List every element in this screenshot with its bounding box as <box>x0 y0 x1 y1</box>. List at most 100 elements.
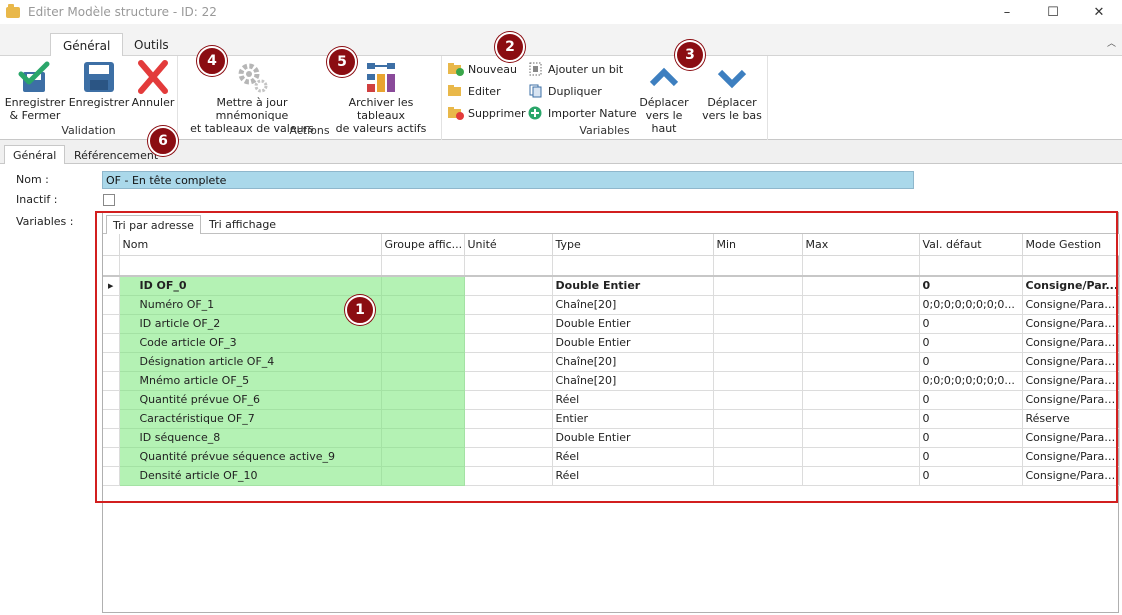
row-selector[interactable] <box>103 295 120 315</box>
move-down-button[interactable]: Déplacer vers le bas <box>700 60 764 122</box>
cell-min[interactable] <box>713 333 803 353</box>
name-field[interactable] <box>102 171 914 189</box>
tab-general[interactable]: Général <box>50 33 124 57</box>
cell-min[interactable] <box>713 447 803 467</box>
cell-unite[interactable] <box>464 352 553 372</box>
col-header-type[interactable]: Type <box>552 234 714 256</box>
cell-nom[interactable]: Quantité prévue séquence active_9 <box>119 447 382 467</box>
cell-unite[interactable] <box>464 428 553 448</box>
filter-cell-type[interactable] <box>552 255 714 277</box>
cell-type[interactable]: Double Entier <box>552 333 714 353</box>
cell-val-defaut[interactable]: 0 <box>919 276 1023 296</box>
cell-groupe[interactable] <box>381 447 465 467</box>
filter-cell-nom[interactable] <box>119 255 382 277</box>
cell-groupe[interactable] <box>381 352 465 372</box>
table-row[interactable]: Code article OF_3 Double Entier 0 Consigne/… <box>103 333 1120 353</box>
cell-nom[interactable]: Caractéristique OF_7 <box>119 409 382 429</box>
add-bit-button[interactable]: Ajouter un bit <box>528 60 623 78</box>
cell-max[interactable] <box>802 295 920 315</box>
save-button[interactable]: Enregistrer <box>69 60 129 109</box>
cell-mode-gestion[interactable]: Consigne/Param... <box>1022 314 1120 334</box>
filter-cell-min[interactable] <box>713 255 803 277</box>
edit-button[interactable]: Editer <box>448 82 501 100</box>
col-header-groupe[interactable]: Groupe affic... <box>381 234 465 256</box>
cell-nom[interactable]: Densité article OF_10 <box>119 466 382 486</box>
cell-val-defaut[interactable]: 0 <box>919 352 1023 372</box>
cell-max[interactable] <box>802 447 920 467</box>
cell-nom[interactable]: ID séquence_8 <box>119 428 382 448</box>
cell-val-defaut[interactable]: 0 <box>919 447 1023 467</box>
duplicate-button[interactable]: Dupliquer <box>528 82 602 100</box>
col-header-max[interactable]: Max <box>802 234 920 256</box>
save-close-button[interactable]: Enregistrer & Fermer <box>4 60 66 122</box>
cell-nom[interactable]: Mnémo article OF_5 <box>119 371 382 391</box>
cell-groupe[interactable] <box>381 371 465 391</box>
maximize-button[interactable]: ☐ <box>1030 0 1076 24</box>
col-header-min[interactable]: Min <box>713 234 803 256</box>
cell-max[interactable] <box>802 371 920 391</box>
cell-mode-gestion[interactable]: Consigne/Param... <box>1022 428 1120 448</box>
col-header-val-defaut[interactable]: Val. défaut <box>919 234 1023 256</box>
cell-min[interactable] <box>713 352 803 372</box>
cell-max[interactable] <box>802 466 920 486</box>
cell-min[interactable] <box>713 276 803 296</box>
cell-min[interactable] <box>713 428 803 448</box>
cell-min[interactable] <box>713 295 803 315</box>
cell-min[interactable] <box>713 390 803 410</box>
filter-cell-val-defaut[interactable] <box>919 255 1023 277</box>
cell-min[interactable] <box>713 371 803 391</box>
cell-val-defaut[interactable]: 0 <box>919 466 1023 486</box>
cell-mode-gestion[interactable]: Consigne/Param... <box>1022 352 1120 372</box>
row-selector[interactable] <box>103 371 120 391</box>
cell-mode-gestion[interactable]: Consigne/Param... <box>1022 371 1120 391</box>
cell-val-defaut[interactable]: 0 <box>919 314 1023 334</box>
cell-mode-gestion[interactable]: Consigne/Param... <box>1022 466 1120 486</box>
cell-min[interactable] <box>713 466 803 486</box>
cell-nom[interactable]: Numéro OF_1 <box>119 295 382 315</box>
col-header-unite[interactable]: Unité <box>464 234 553 256</box>
import-nature-button[interactable]: Importer Nature <box>528 104 637 122</box>
cell-type[interactable]: Double Entier <box>552 276 714 296</box>
row-selector[interactable] <box>103 333 120 353</box>
cell-mode-gestion[interactable]: Consigne/Param... <box>1022 390 1120 410</box>
cell-unite[interactable] <box>464 371 553 391</box>
cell-nom[interactable]: ID OF_0 <box>119 276 382 296</box>
cell-nom[interactable]: Quantité prévue OF_6 <box>119 390 382 410</box>
delete-button[interactable]: Supprimer <box>448 104 526 122</box>
row-selector[interactable] <box>103 428 120 448</box>
cell-nom[interactable]: ID article OF_2 <box>119 314 382 334</box>
cell-val-defaut[interactable]: 0 <box>919 390 1023 410</box>
cell-unite[interactable] <box>464 390 553 410</box>
cell-mode-gestion[interactable]: Consigne/Param... <box>1022 295 1120 315</box>
cell-groupe[interactable] <box>381 409 465 429</box>
cell-type[interactable]: Réel <box>552 447 714 467</box>
collapse-ribbon-icon[interactable]: ︿ <box>1107 36 1116 49</box>
row-selector[interactable] <box>103 466 120 486</box>
cell-groupe[interactable] <box>381 466 465 486</box>
cell-nom[interactable]: Désignation article OF_4 <box>119 352 382 372</box>
table-row[interactable]: ID article OF_2 Double Entier 0 Consigne/Pa… <box>103 314 1120 334</box>
cell-type[interactable]: Réel <box>552 390 714 410</box>
cell-groupe[interactable] <box>381 295 465 315</box>
cell-val-defaut[interactable]: 0 <box>919 409 1023 429</box>
tab-sort-display[interactable]: Tri affichage <box>203 215 282 234</box>
cell-min[interactable] <box>713 409 803 429</box>
cell-max[interactable] <box>802 409 920 429</box>
cell-groupe[interactable] <box>381 333 465 353</box>
table-row[interactable]: Désignation article OF_4 Chaîne[20] 0 Consi… <box>103 352 1120 372</box>
cell-groupe[interactable] <box>381 276 465 296</box>
cell-max[interactable] <box>802 428 920 448</box>
row-selector[interactable] <box>103 352 120 372</box>
table-row[interactable]: Quantité prévue séquence active_9 Réel 0 Co… <box>103 447 1120 467</box>
row-selector[interactable] <box>103 409 120 429</box>
filter-cell-mode-gestion[interactable] <box>1022 255 1120 277</box>
cell-type[interactable]: Chaîne[20] <box>552 295 714 315</box>
tab-outils[interactable]: Outils <box>122 33 181 57</box>
close-button[interactable]: ✕ <box>1076 0 1122 24</box>
filter-cell-unite[interactable] <box>464 255 553 277</box>
table-row[interactable]: Caractéristique OF_7 Entier 0 Réserve <box>103 409 1120 429</box>
table-row[interactable]: Densité article OF_10 Réel 0 Consigne/Param… <box>103 466 1120 486</box>
cell-unite[interactable] <box>464 447 553 467</box>
cell-type[interactable]: Chaîne[20] <box>552 352 714 372</box>
cell-type[interactable]: Entier <box>552 409 714 429</box>
